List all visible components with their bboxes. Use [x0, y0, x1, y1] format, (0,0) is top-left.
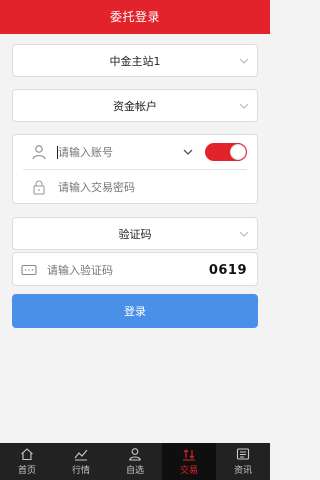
tab-trade[interactable]: 交易 [162, 443, 216, 480]
home-icon [21, 448, 33, 461]
captcha-row: 0619 [13, 253, 257, 287]
person-icon [129, 448, 141, 461]
verify-type-select[interactable]: 验证码 [12, 217, 258, 250]
captcha-input[interactable] [47, 263, 187, 277]
keyboard-icon [21, 264, 37, 276]
news-icon [236, 448, 250, 460]
tab-news[interactable]: 资讯 [216, 443, 270, 480]
toggle-knob [230, 144, 246, 160]
bottom-tab-bar: 首页 行情 自选 交易 资讯 [0, 443, 270, 480]
lock-icon [33, 180, 45, 195]
tab-label: 首页 [17, 466, 36, 476]
tab-label: 行情 [71, 466, 90, 476]
chevron-down-icon[interactable] [183, 147, 193, 157]
password-input[interactable] [58, 180, 208, 194]
tab-home[interactable]: 首页 [0, 443, 54, 480]
login-button-label: 登录 [124, 305, 146, 318]
chevron-down-icon [239, 58, 249, 64]
captcha-code[interactable]: 0619 [209, 263, 247, 278]
tab-label: 交易 [179, 466, 198, 476]
user-icon [32, 145, 46, 160]
page-title: 委托登录 [109, 10, 160, 24]
tab-market[interactable]: 行情 [54, 443, 108, 480]
tab-label: 自选 [125, 466, 144, 476]
tab-label: 资讯 [233, 466, 252, 476]
chevron-down-icon [239, 231, 249, 237]
page-header: 委托登录 [0, 0, 270, 34]
verify-type-value: 验证码 [118, 227, 152, 241]
password-row [13, 170, 257, 204]
server-select[interactable]: 中金主站1 [12, 44, 258, 77]
account-row [13, 135, 257, 169]
account-type-value: 资金帐户 [113, 99, 157, 113]
login-button[interactable]: 登录 [12, 294, 258, 328]
trade-icon [183, 449, 195, 461]
remember-account-toggle[interactable] [205, 143, 247, 161]
chart-icon [74, 449, 88, 461]
tab-watchlist[interactable]: 自选 [108, 443, 162, 480]
captcha-card: 0619 [12, 252, 258, 286]
account-type-select[interactable]: 资金帐户 [12, 89, 258, 122]
account-input[interactable] [58, 145, 168, 159]
server-select-value: 中金主站1 [109, 54, 161, 68]
chevron-down-icon [239, 103, 249, 109]
credentials-card [12, 134, 258, 204]
